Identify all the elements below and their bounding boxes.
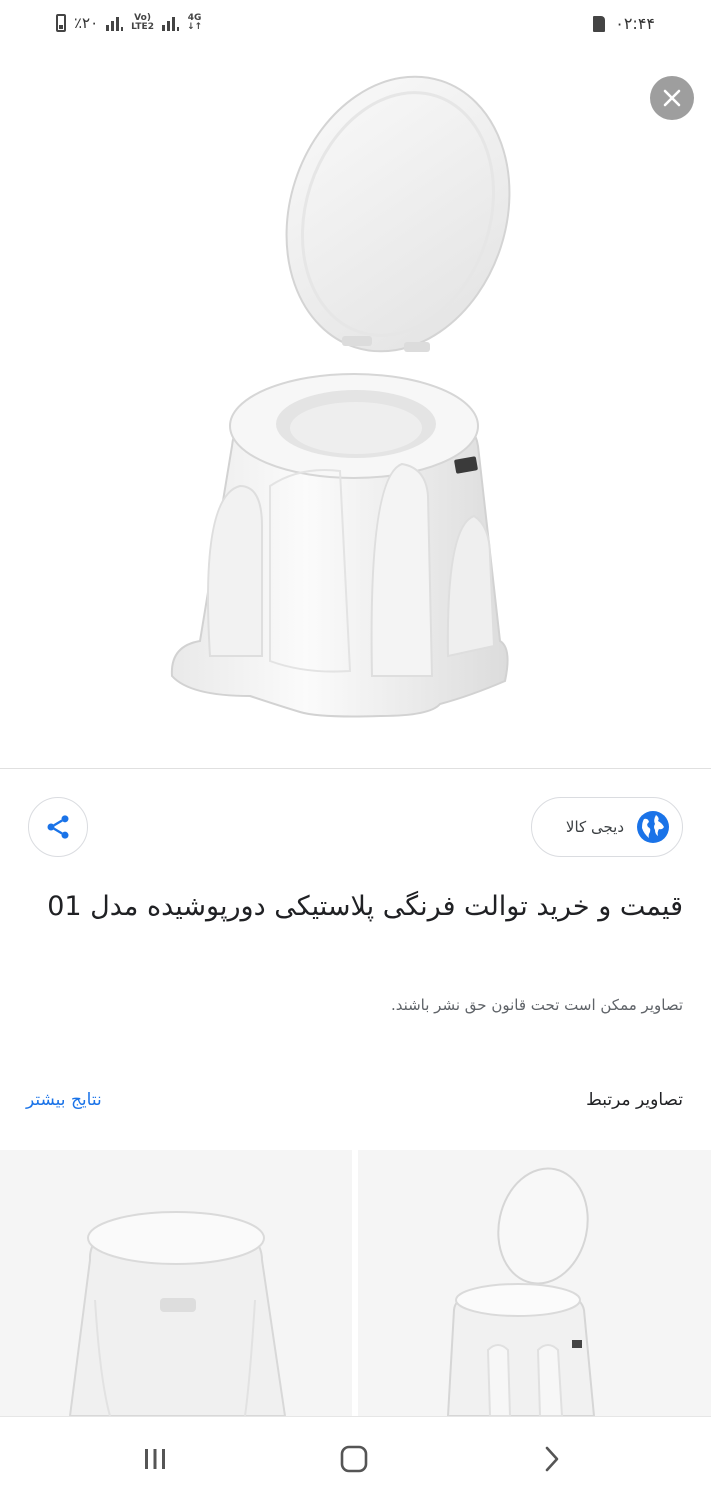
related-images bbox=[0, 1150, 711, 1416]
globe-icon bbox=[637, 811, 669, 843]
home-icon bbox=[340, 1445, 368, 1473]
recents-icon bbox=[145, 1449, 165, 1469]
source-name: دیجی کالا bbox=[565, 818, 624, 836]
sim-card-icon bbox=[593, 15, 606, 32]
signal-icon bbox=[106, 15, 124, 31]
related-image-thumbnail[interactable] bbox=[0, 1150, 352, 1416]
back-button[interactable] bbox=[532, 1439, 572, 1479]
close-button[interactable] bbox=[650, 76, 694, 120]
system-navigation-bar bbox=[0, 1416, 711, 1500]
status-right: ۰۲:۴۴ bbox=[593, 14, 655, 33]
page-title[interactable]: قیمت و خرید توالت فرنگی پلاستیکی دورپوشی… bbox=[43, 880, 683, 934]
battery-percentage: ٪۲۰ bbox=[74, 14, 99, 32]
share-icon bbox=[47, 815, 69, 839]
battery-icon bbox=[56, 14, 66, 32]
product-image[interactable] bbox=[0, 56, 711, 768]
signal-icon-2 bbox=[161, 15, 179, 31]
chevron-right-icon bbox=[545, 1446, 559, 1472]
recents-button[interactable] bbox=[135, 1439, 175, 1479]
related-image-thumbnail[interactable] bbox=[358, 1150, 711, 1416]
status-bar: ٪۲۰ Vo) LTE2 4G ↓↑ ۰۲:۴۴ bbox=[0, 0, 711, 56]
source-chip[interactable]: دیجی کالا bbox=[531, 797, 683, 857]
more-results-link[interactable]: نتایج بیشتر bbox=[26, 1090, 102, 1110]
volte-indicator: Vo) LTE2 bbox=[131, 13, 154, 32]
toilet-image bbox=[170, 75, 511, 718]
related-images-heading: تصاویر مرتبط bbox=[586, 1090, 683, 1110]
home-button[interactable] bbox=[334, 1439, 374, 1479]
close-icon bbox=[663, 89, 681, 107]
related-image-2 bbox=[358, 1150, 711, 1416]
share-button[interactable] bbox=[28, 797, 88, 857]
network-type-indicator: 4G ↓↑ bbox=[186, 13, 203, 32]
related-image-1 bbox=[0, 1150, 352, 1416]
divider bbox=[0, 768, 711, 769]
status-indicators: ٪۲۰ Vo) LTE2 4G ↓↑ bbox=[56, 14, 202, 32]
clock: ۰۲:۴۴ bbox=[615, 14, 655, 33]
copyright-notice: تصاویر ممکن است تحت قانون حق نشر باشند. bbox=[390, 996, 683, 1014]
